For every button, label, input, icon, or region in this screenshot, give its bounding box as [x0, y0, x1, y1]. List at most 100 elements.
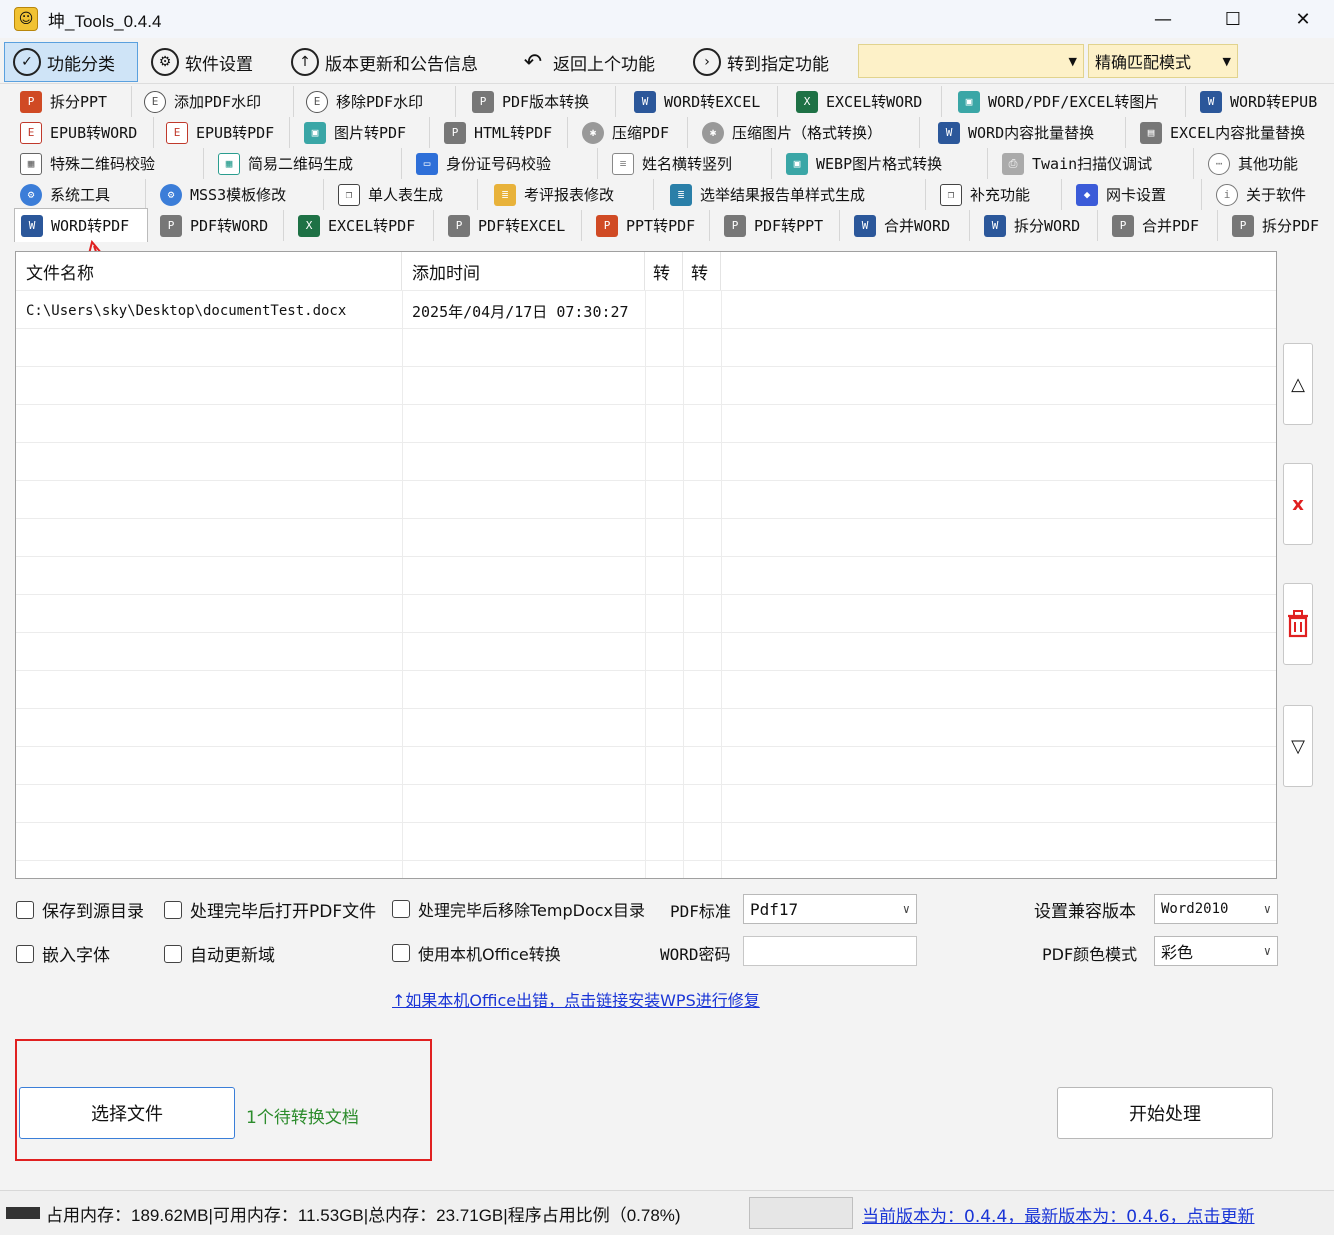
tab-html-to-pdf[interactable]: P HTML转PDF	[438, 117, 568, 148]
tab-network-settings[interactable]: ◆ 网卡设置	[1070, 179, 1202, 210]
minimize-button[interactable]: —	[1128, 0, 1198, 38]
tab-word-to-epub[interactable]: W WORD转EPUB	[1194, 86, 1328, 117]
pdf-standard-select[interactable]: Pdf17 ∨	[743, 894, 917, 924]
tab-election-report[interactable]: ≣ 选举结果报告单样式生成	[664, 179, 926, 210]
tab-remove-pdf-watermark[interactable]: E 移除PDF水印	[300, 86, 456, 117]
tab-simple-qrcode-generate[interactable]: ▦ 简易二维码生成	[212, 148, 402, 179]
tab-twain-scanner[interactable]: ⎙ Twain扫描仪调试	[996, 148, 1194, 179]
clear-list-button[interactable]	[1283, 583, 1313, 665]
match-mode-select[interactable]: 精确匹配模式 ▼	[1088, 44, 1238, 78]
more-icon: ⋯	[1208, 152, 1230, 175]
tab-word-to-excel[interactable]: W WORD转EXCEL	[628, 86, 778, 117]
gear-icon: ⚙	[20, 183, 42, 206]
tab-image-to-pdf[interactable]: ▣ 图片转PDF	[298, 117, 430, 148]
tab-other-functions[interactable]: ⋯ 其他功能	[1202, 148, 1330, 179]
move-down-button[interactable]: ▽	[1283, 705, 1313, 787]
settings-button[interactable]: ⚙ 软件设置	[142, 42, 262, 82]
app-logo-icon: ☺	[14, 7, 38, 31]
save-to-source-checkbox[interactable]: 保存到源目录	[16, 897, 144, 922]
start-processing-button[interactable]: 开始处理	[1057, 1087, 1273, 1139]
tab-word-batch-replace[interactable]: W WORD内容批量替换	[932, 117, 1126, 148]
use-local-office-checkbox[interactable]: 使用本机Office转换	[392, 941, 561, 965]
function-search-combo[interactable]: ▼	[858, 44, 1084, 78]
tab-add-pdf-watermark[interactable]: E 添加PDF水印	[138, 86, 294, 117]
tab-pdf-to-ppt[interactable]: P PDF转PPT	[718, 210, 840, 241]
word-password-label: WORD密码	[660, 945, 731, 964]
pdf-icon: P	[160, 214, 182, 237]
tab-supplement[interactable]: ❐ 补充功能	[934, 179, 1062, 210]
open-pdf-after-checkbox[interactable]: 处理完毕后打开PDF文件	[164, 897, 376, 922]
tab-epub-to-pdf[interactable]: E EPUB转PDF	[160, 117, 290, 148]
remove-item-button[interactable]: x	[1283, 463, 1313, 545]
column-header-convert-2[interactable]: 转	[683, 252, 721, 290]
watermark-icon: E	[144, 90, 166, 113]
table-icon: ▤	[1140, 121, 1162, 144]
tab-compress-image[interactable]: ✱ 压缩图片（格式转换）	[696, 117, 920, 148]
tab-pdf-version-convert[interactable]: P PDF版本转换	[466, 86, 616, 117]
compat-version-select[interactable]: Word2010 ∨	[1154, 894, 1278, 924]
gear-icon: ⚙	[160, 183, 182, 206]
updates-button[interactable]: ↑ 版本更新和公告信息	[282, 42, 487, 82]
tab-merge-pdf[interactable]: P 合并PDF	[1106, 210, 1218, 241]
column-header-convert-1[interactable]: 转	[645, 252, 683, 290]
dropdown-arrow-icon: ▼	[1068, 54, 1077, 68]
epub-icon: E	[20, 121, 42, 144]
tab-excel-to-pdf[interactable]: X EXCEL转PDF	[292, 210, 434, 241]
tab-split-word[interactable]: W 拆分WORD	[978, 210, 1098, 241]
maximize-button[interactable]: ☐	[1198, 0, 1268, 38]
remove-temp-checkbox[interactable]: 处理完毕后移除TempDocx目录	[392, 897, 645, 921]
memory-status: 占用内存：189.62MB|可用内存：11.53GB|总内存：23.71GB|程…	[46, 1206, 681, 1225]
file-list[interactable]: 文件名称 添加时间 转 转 C:\Users\sky\Desktop\docum…	[15, 251, 1277, 879]
column-header-filename[interactable]: 文件名称	[16, 252, 402, 290]
chevron-down-icon: ∨	[902, 902, 910, 916]
close-button[interactable]: ✕	[1268, 0, 1334, 38]
pdf-color-mode-select[interactable]: 彩色 ∨	[1154, 936, 1278, 966]
tab-special-qrcode-check[interactable]: ▦ 特殊二维码校验	[14, 148, 204, 179]
select-file-button[interactable]: 选择文件	[19, 1087, 235, 1139]
tab-merge-word[interactable]: W 合并WORD	[848, 210, 970, 241]
auto-update-fields-checkbox[interactable]: 自动更新域	[164, 941, 275, 966]
window-title: 坤_Tools_0.4.4	[48, 11, 162, 31]
tab-to-image[interactable]: ▣ WORD/PDF/EXCEL转图片	[952, 86, 1186, 117]
tab-excel-to-word[interactable]: X EXCEL转WORD	[790, 86, 942, 117]
tab-name-to-vertical[interactable]: ≡ 姓名横转竖列	[606, 148, 772, 179]
tab-pdf-to-excel[interactable]: P PDF转EXCEL	[442, 210, 582, 241]
tab-pdf-to-word[interactable]: P PDF转WORD	[154, 210, 284, 241]
tab-split-ppt[interactable]: P 拆分PPT	[14, 86, 132, 117]
pdf-icon: P	[444, 121, 466, 144]
compat-version-label: 设置兼容版本	[1034, 902, 1136, 922]
word-icon: W	[634, 90, 656, 113]
tab-webp-convert[interactable]: ▣ WEBP图片格式转换	[780, 148, 988, 179]
tab-appraisal-report[interactable]: ≣ 考评报表修改	[488, 179, 654, 210]
pdf-icon: P	[1232, 214, 1254, 237]
tab-compress-pdf[interactable]: ✱ 压缩PDF	[576, 117, 688, 148]
goto-button[interactable]: › 转到指定功能	[684, 42, 838, 82]
tab-split-pdf[interactable]: P 拆分PDF	[1226, 210, 1330, 241]
word-icon: W	[984, 214, 1006, 237]
back-button[interactable]: ↶ 返回上个功能	[510, 42, 664, 82]
table-row-added-time[interactable]: 2025年/04月/17日 07:30:27	[402, 292, 645, 330]
main-toolbar: ✓ 功能分类 ⚙ 软件设置 ↑ 版本更新和公告信息 ↶ 返回上个功能 › 转到指…	[0, 40, 1334, 84]
tab-about[interactable]: i 关于软件	[1210, 179, 1330, 210]
tab-single-form[interactable]: ❐ 单人表生成	[332, 179, 478, 210]
hexagon-icon: ✓	[13, 48, 41, 76]
embed-fonts-checkbox[interactable]: 嵌入字体	[16, 941, 110, 966]
network-icon: ◆	[1076, 183, 1098, 206]
tab-excel-batch-replace[interactable]: ▤ EXCEL内容批量替换	[1134, 117, 1330, 148]
tab-mss3-template[interactable]: ⚙ MSS3模板修改	[154, 179, 324, 210]
tab-ppt-to-pdf[interactable]: P PPT转PDF	[590, 210, 710, 241]
table-row-filename[interactable]: C:\Users\sky\Desktop\documentTest.docx	[16, 292, 402, 330]
tab-epub-to-word[interactable]: E EPUB转WORD	[14, 117, 154, 148]
compress-icon: ✱	[702, 121, 724, 144]
title-bar: ☺ 坤_Tools_0.4.4 — ☐ ✕	[0, 0, 1334, 38]
categories-button[interactable]: ✓ 功能分类	[4, 42, 138, 82]
ppt-icon: P	[596, 214, 618, 237]
install-wps-link[interactable]: ↑如果本机Office出错，点击链接安装WPS进行修复	[392, 987, 760, 1011]
update-version-link[interactable]: 当前版本为：0.4.4，最新版本为：0.4.6，点击更新	[862, 1202, 1255, 1227]
tab-id-number-check[interactable]: ▭ 身份证号码校验	[410, 148, 598, 179]
move-up-button[interactable]: △	[1283, 343, 1313, 425]
word-password-input[interactable]	[743, 936, 917, 966]
image-icon: ▣	[958, 90, 980, 113]
tab-system-tools[interactable]: ⚙ 系统工具	[14, 179, 146, 210]
column-header-added-time[interactable]: 添加时间	[402, 252, 645, 290]
